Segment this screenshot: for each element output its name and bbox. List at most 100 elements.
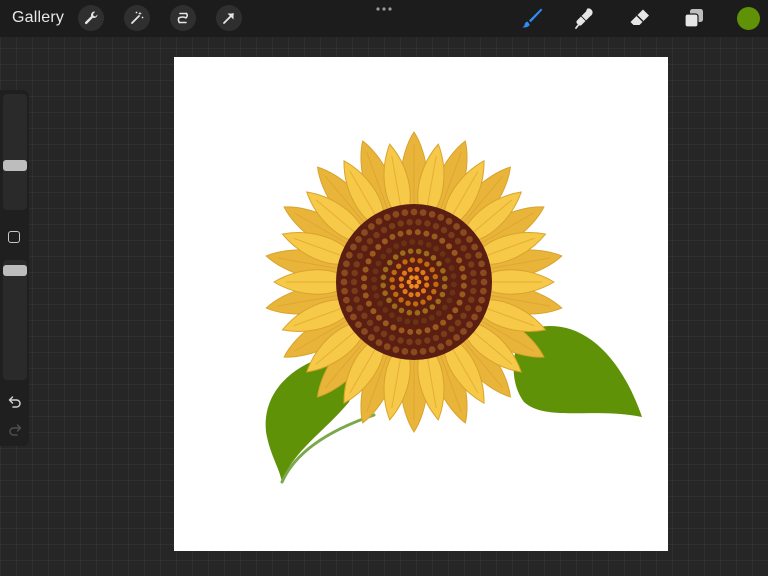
modify-button[interactable] <box>8 231 20 243</box>
seed <box>401 240 407 247</box>
seed <box>375 260 382 267</box>
seed <box>387 259 393 266</box>
gallery-button[interactable]: Gallery <box>12 9 64 27</box>
seed <box>392 254 399 260</box>
seed <box>382 307 389 313</box>
eraser-icon[interactable] <box>628 6 652 30</box>
seed <box>402 288 408 295</box>
seed <box>437 343 445 351</box>
seed <box>416 279 422 285</box>
seed <box>345 251 353 259</box>
seed <box>397 230 404 237</box>
seed <box>480 287 487 295</box>
seed <box>343 260 350 268</box>
seed <box>431 233 438 240</box>
seed <box>428 346 436 353</box>
seed <box>366 238 374 245</box>
seed <box>389 233 396 240</box>
opacity-slider[interactable] <box>3 260 27 380</box>
seed <box>368 334 375 341</box>
seed <box>382 266 389 273</box>
seed <box>406 229 413 236</box>
seed <box>361 283 368 290</box>
seed <box>408 292 414 298</box>
seed <box>460 229 467 236</box>
brush-size-slider[interactable] <box>3 94 27 210</box>
seed <box>372 268 379 275</box>
transform-button[interactable] <box>216 5 242 31</box>
seed <box>424 282 430 288</box>
selection-button[interactable] <box>170 5 196 31</box>
seed <box>398 297 404 303</box>
seed <box>432 274 438 280</box>
seed <box>415 338 422 345</box>
seed <box>415 248 422 255</box>
seed <box>377 300 384 307</box>
seed <box>341 287 348 295</box>
seed <box>383 213 391 221</box>
smudge-icon[interactable] <box>573 6 597 30</box>
seed <box>470 278 478 286</box>
seed <box>453 223 460 230</box>
seed <box>420 269 426 276</box>
seed <box>365 300 372 307</box>
seed <box>351 269 358 277</box>
seed <box>429 304 436 310</box>
redo-icon[interactable] <box>7 422 23 438</box>
seed <box>406 279 412 285</box>
seed <box>388 334 396 341</box>
seed <box>406 219 413 226</box>
layers-icon[interactable] <box>682 6 706 30</box>
seed <box>425 241 432 248</box>
seed <box>439 291 446 298</box>
seed <box>459 291 466 298</box>
seed <box>435 298 442 305</box>
seed <box>388 222 396 230</box>
seed <box>454 238 462 245</box>
seed <box>423 230 430 237</box>
seed <box>450 273 457 279</box>
seed <box>396 316 403 323</box>
seed <box>397 337 404 344</box>
brush-size-slider-thumb[interactable] <box>3 160 27 172</box>
seed <box>456 257 463 264</box>
brush-icon[interactable] <box>520 6 544 30</box>
seed <box>428 314 435 321</box>
opacity-slider-thumb[interactable] <box>3 265 27 276</box>
seed <box>432 223 440 230</box>
seed <box>433 281 439 287</box>
seed <box>419 209 427 217</box>
seed <box>441 304 448 311</box>
drawing-canvas[interactable] <box>174 57 668 551</box>
seed <box>366 319 374 326</box>
seed <box>460 312 467 319</box>
seed <box>407 267 413 273</box>
seed <box>401 209 409 217</box>
seed <box>432 334 440 342</box>
seed <box>398 276 404 282</box>
seed <box>456 299 463 306</box>
seed <box>356 252 364 260</box>
seed <box>353 296 360 303</box>
seed <box>414 229 421 236</box>
seed <box>380 226 388 234</box>
seed <box>440 226 448 234</box>
seed <box>393 243 400 250</box>
seed <box>466 321 473 328</box>
seed <box>361 275 368 282</box>
seed <box>437 213 445 221</box>
seed <box>439 251 446 257</box>
seed <box>440 268 446 274</box>
seed <box>351 287 358 295</box>
seed <box>464 304 472 312</box>
seed <box>446 243 452 250</box>
selection-icon <box>177 12 188 24</box>
color-picker-button[interactable] <box>737 7 760 30</box>
actions-button[interactable] <box>78 5 104 31</box>
undo-icon[interactable] <box>7 394 23 410</box>
seed <box>350 243 357 251</box>
more-options-icon[interactable] <box>375 6 393 12</box>
seed <box>409 257 416 263</box>
adjustments-button[interactable] <box>124 5 150 31</box>
seed <box>436 260 442 267</box>
